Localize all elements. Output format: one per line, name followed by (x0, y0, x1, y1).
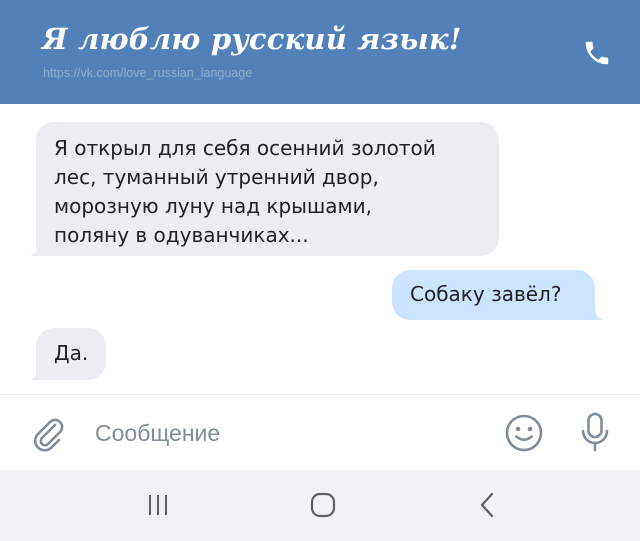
home-button[interactable] (303, 488, 343, 522)
outgoing-message[interactable]: Собаку завёл? (392, 270, 595, 320)
smile-icon[interactable] (503, 412, 545, 454)
back-icon (480, 492, 494, 518)
recents-icon (149, 495, 167, 515)
incoming-message[interactable]: Да. (36, 328, 106, 380)
message-list[interactable]: Я открыл для себя осенний золотой лес, т… (0, 104, 640, 394)
message-line: морозную луну над крышами, (54, 194, 372, 218)
phone-icon (585, 41, 609, 65)
system-navigation-bar (0, 470, 640, 541)
message-line: Собаку завёл? (410, 282, 562, 306)
message-line: Я открыл для себя осенний золотой (54, 136, 436, 160)
chat-url: https://vk.com/love_russian_language (43, 66, 253, 80)
message-line: Да. (54, 341, 89, 365)
recents-button[interactable] (138, 488, 178, 522)
message-input[interactable] (95, 417, 475, 449)
chat-header: Я люблю русский язык! https://vk.com/lov… (0, 0, 640, 104)
incoming-message[interactable]: Я открыл для себя осенний золотой лес, т… (36, 122, 499, 256)
message-line: поляну в одуванчиках... (54, 223, 309, 247)
home-icon (310, 492, 336, 518)
chat-title: Я люблю русский язык! (42, 22, 462, 56)
message-line: лес, туманный утренний двор, (54, 165, 379, 189)
call-button[interactable] (578, 34, 616, 72)
back-button[interactable] (468, 488, 508, 522)
microphone-icon[interactable] (574, 410, 616, 456)
paperclip-icon[interactable] (28, 413, 68, 453)
